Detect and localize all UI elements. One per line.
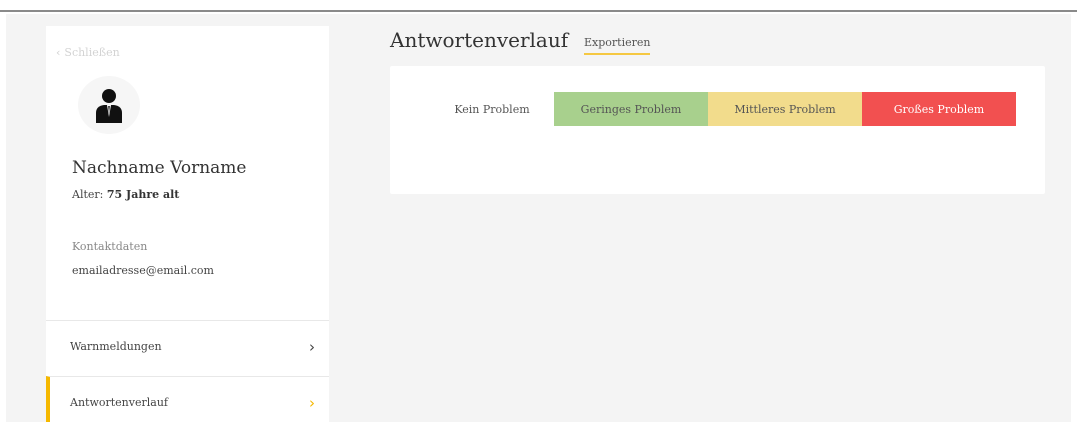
app-container: ‹ Schließen Nachname Vorname Alter: 75 J… [6,14,1071,422]
top-divider [0,10,1077,12]
chevron-right-icon: › [309,393,315,412]
page-title: Antwortenverlauf [390,28,569,52]
legend-major-problem: Großes Problem [862,92,1016,126]
profile-sidebar: ‹ Schließen Nachname Vorname Alter: 75 J… [46,26,329,422]
close-label: Schließen [64,46,120,59]
user-silhouette-icon [96,89,122,123]
nav-item-answer-history[interactable]: Antwortenverlauf › [46,376,329,422]
close-link[interactable]: ‹ Schließen [56,46,120,59]
history-card: Kein Problem Geringes Problem Mittleres … [390,66,1045,194]
nav-item-warnings[interactable]: Warnmeldungen › [46,320,329,372]
legend-medium-problem: Mittleres Problem [708,92,862,126]
nav-item-label: Antwortenverlauf [70,396,168,409]
profile-name: Nachname Vorname [72,158,247,178]
nav-item-label: Warnmeldungen [70,340,162,353]
chevron-left-icon: ‹ [56,46,61,59]
chevron-right-icon: › [309,337,315,356]
contact-heading: Kontaktdaten [72,240,148,253]
age-value: 75 Jahre alt [106,188,180,201]
severity-legend: Kein Problem Geringes Problem Mittleres … [430,92,1016,126]
profile-age: Alter: 75 Jahre alt [72,188,179,201]
legend-minor-problem: Geringes Problem [554,92,708,126]
avatar [78,76,140,134]
legend-no-problem: Kein Problem [430,92,554,126]
export-button[interactable]: Exportieren [584,36,651,55]
contact-email: emailadresse@email.com [72,264,214,277]
age-label: Alter: [72,188,104,201]
